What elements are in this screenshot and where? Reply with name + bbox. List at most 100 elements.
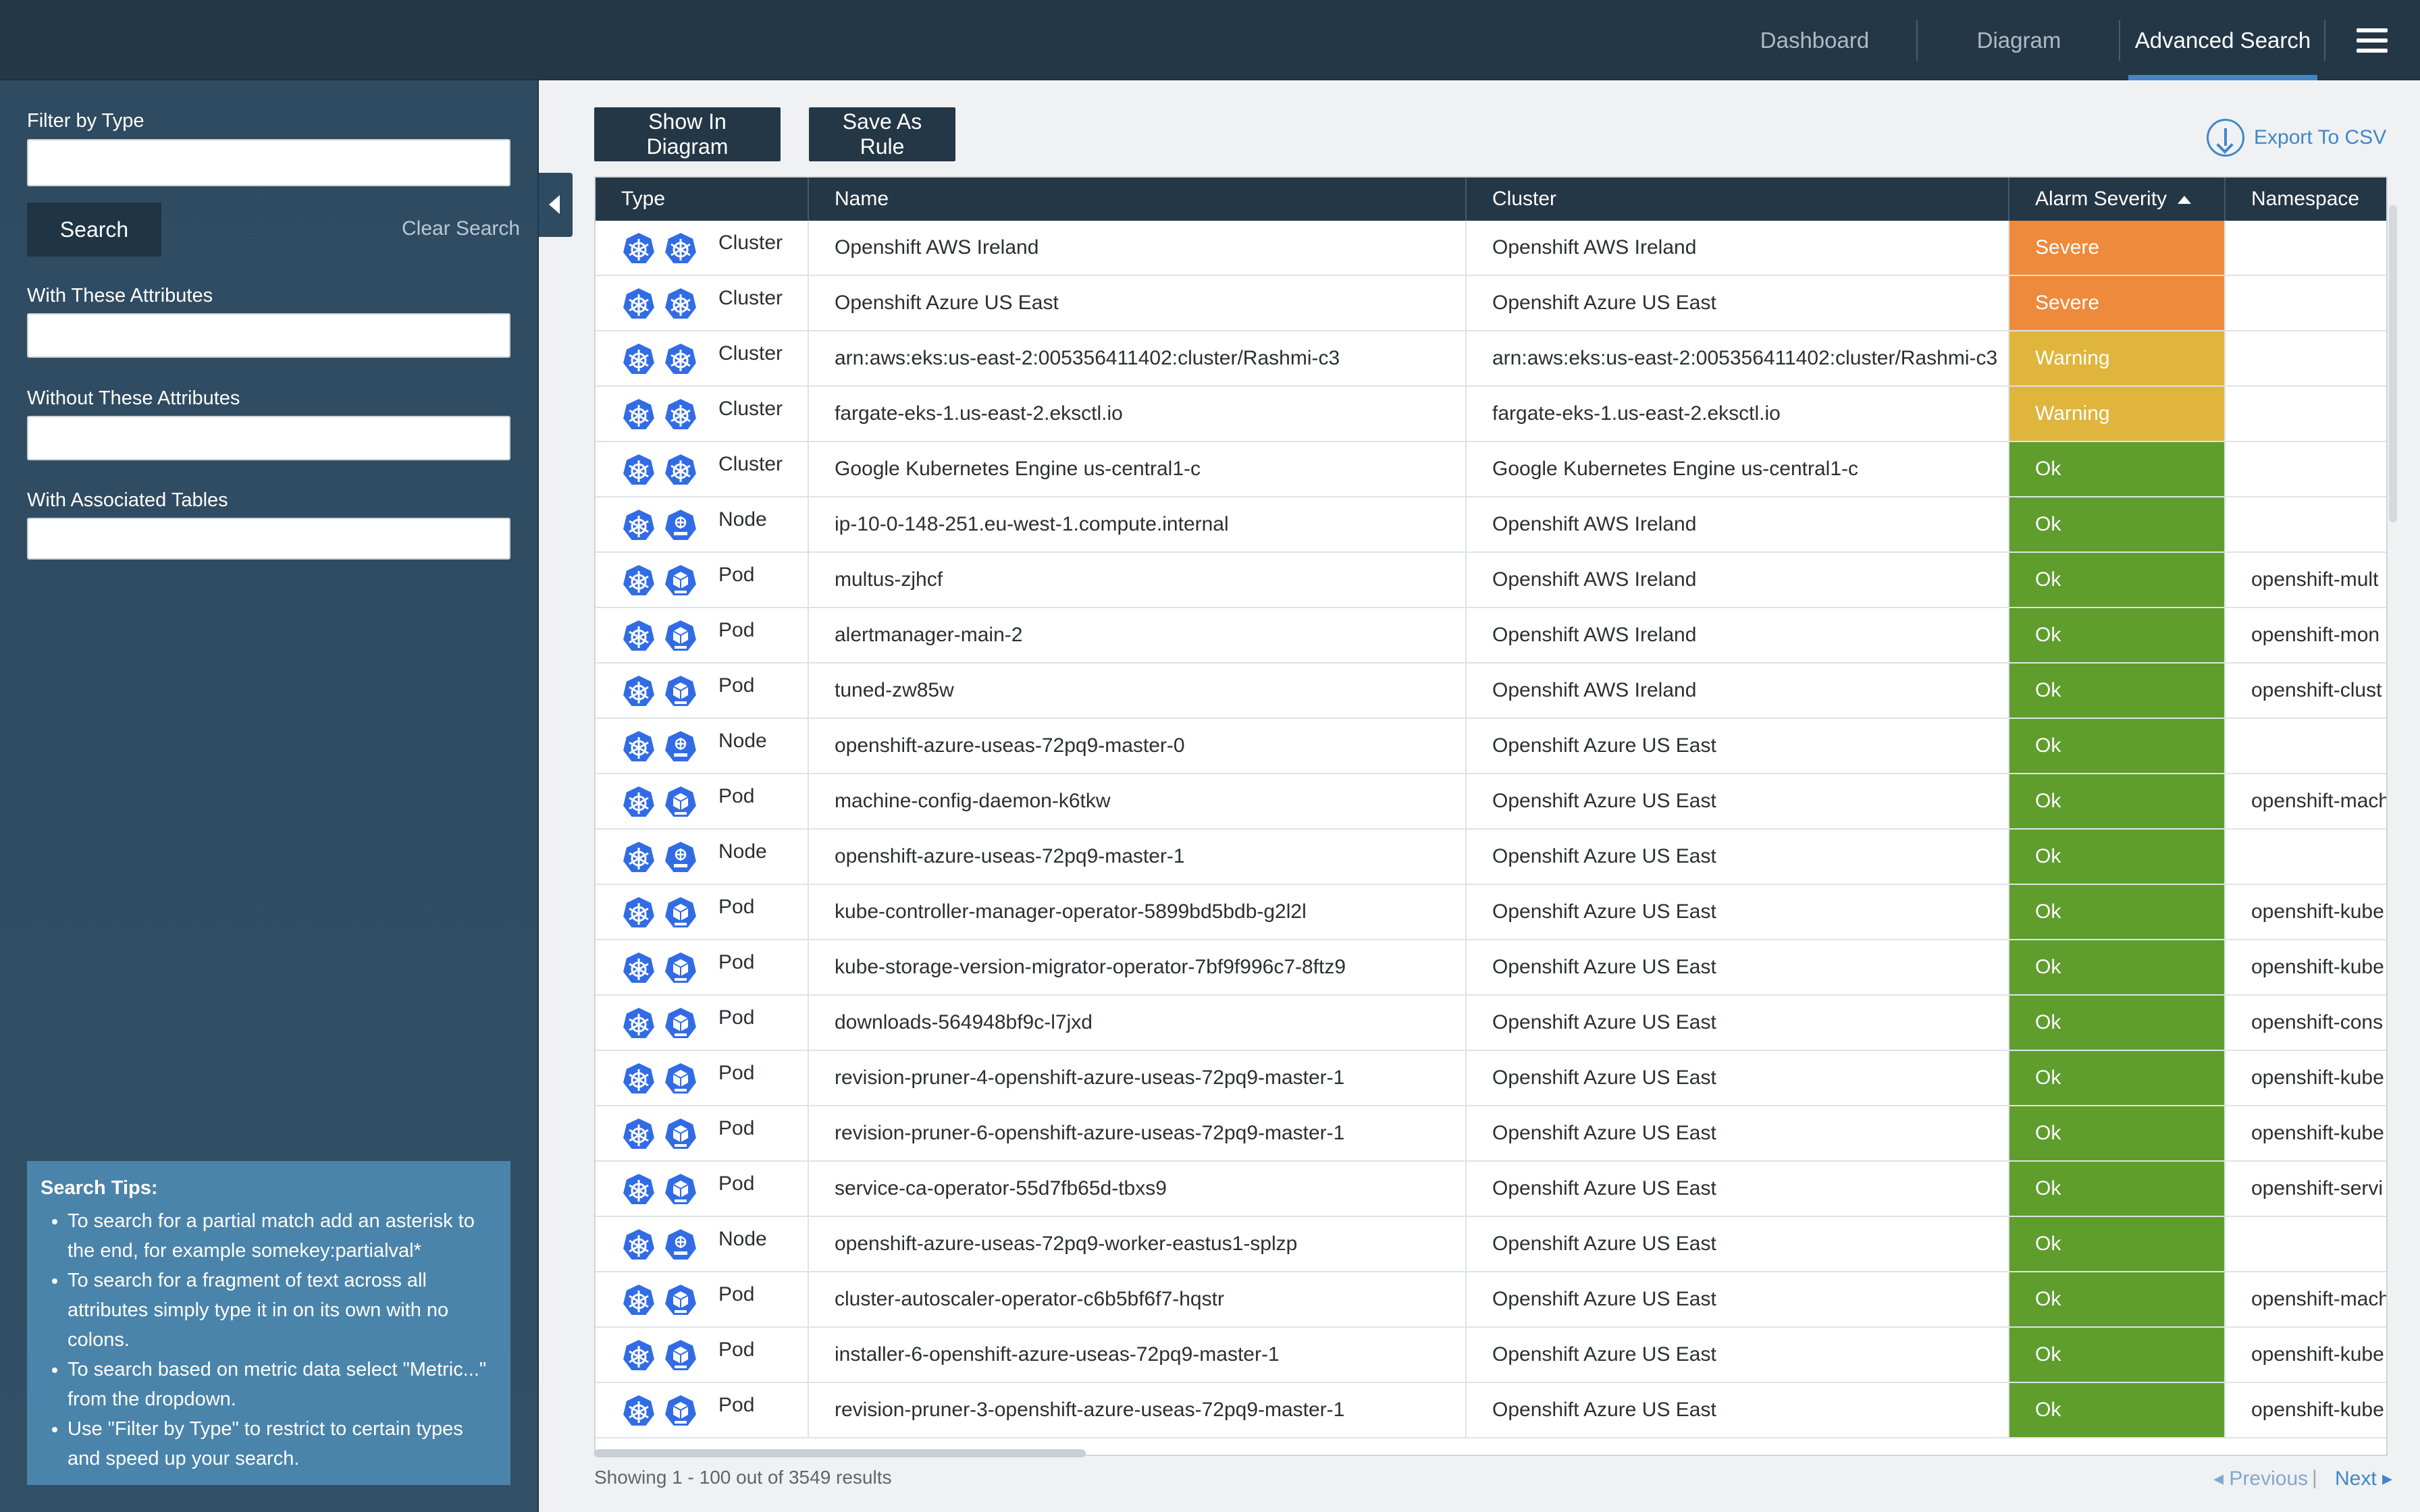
table-row[interactable]: Pod installer-6-openshift-azure-useas-72p… [596,1328,2386,1383]
show-in-diagram-button[interactable]: Show In Diagram [594,107,781,161]
type-icons [621,286,702,321]
table-row[interactable]: Pod revision-pruner-6-openshift-azure-use… [596,1106,2386,1162]
pod-icon [663,1338,698,1372]
hamburger-menu-icon[interactable] [2357,28,2388,53]
name-cell: revision-pruner-6-openshift-azure-useas-… [809,1106,1467,1160]
column-header-name[interactable]: Name [809,178,1467,221]
type-cell: Pod [596,553,809,607]
pod-icon [663,674,698,707]
node-icon [663,508,698,541]
tab-dashboard[interactable]: Dashboard [1742,0,1887,80]
kubernetes-icon [621,1006,656,1040]
column-header-alarm-severity[interactable]: Alarm Severity [2009,178,2226,221]
table-row[interactable]: Cluster fargate-eks-1.us-east-2.eksctl.io… [596,387,2386,442]
table-row[interactable]: Pod multus-zjhcf Openshift AWS Ireland Ok op… [596,553,2386,608]
search-tips-title: Search Tips: [41,1177,158,1199]
type-cell: Cluster [596,221,809,275]
sort-ascending-icon [2178,196,2192,205]
search-button[interactable]: Search [27,202,161,256]
pod-icon [663,618,698,652]
filter-type-input[interactable] [27,139,510,186]
alarm-severity-cell: Warning [2009,331,2226,385]
cluster-cell: Openshift Azure US East [1467,1051,2009,1105]
search-tips-panel: Search Tips: To search for a partial mat… [27,1161,510,1485]
results-table: Type Name Cluster Alarm Severity Namespa… [594,176,2388,1456]
tab-advanced-search[interactable]: Advanced Search [2128,0,2317,80]
type-cell: Pod [596,664,809,718]
kubernetes-icon [621,784,656,818]
cluster-cell: Openshift Azure US East [1467,719,2009,773]
table-row[interactable]: Pod revision-pruner-3-openshift-azure-use… [596,1383,2386,1438]
table-row[interactable]: Pod tuned-zw85w Openshift AWS Ireland Ok ope… [596,664,2386,719]
associated-tables-input[interactable] [27,518,510,560]
alarm-severity-cell: Severe [2009,221,2226,275]
cluster-cell: Openshift Azure US East [1467,1217,2009,1271]
tab-diagram[interactable]: Diagram [1958,0,2080,80]
kubernetes-icon [621,397,656,431]
pod-icon [663,1006,698,1040]
type-cell: Pod [596,996,809,1050]
pod-icon [663,1393,698,1427]
table-row[interactable]: Node openshift-azure-useas-72pq9-master-1… [596,830,2386,885]
type-label: Node [718,840,767,863]
pod-icon [663,1116,698,1150]
type-label: Cluster [718,398,783,420]
table-row[interactable]: Pod service-ca-operator-55d7fb65d-tbxs9 Op… [596,1162,2386,1217]
kubernetes-icon [621,895,656,929]
export-csv-button[interactable]: Export To CSV [2207,117,2386,158]
kubernetes-icon [621,452,656,486]
table-row[interactable]: Node ip-10-0-148-251.eu-west-1.compute.in… [596,497,2386,553]
alarm-severity-cell: Ok [2009,1383,2226,1437]
next-page-button[interactable]: Next ▸ [2335,1467,2392,1490]
table-row[interactable]: Cluster arn:aws:eks:us-east-2:00535641140… [596,331,2386,387]
table-row[interactable]: Pod kube-storage-version-migrator-operato… [596,940,2386,996]
kubernetes-icon [621,840,656,873]
pod-icon [663,1172,698,1206]
table-row[interactable]: Cluster Openshift AWS Ireland Openshift AW… [596,221,2386,276]
kubernetes-icon [621,342,656,375]
type-cell: Pod [596,1051,809,1105]
table-row[interactable]: Node openshift-azure-useas-72pq9-worker-e… [596,1217,2386,1272]
namespace-cell: openshift-kube [2251,1122,2384,1144]
table-row[interactable]: Pod downloads-564948bf9c-l7jxd Openshift A… [596,996,2386,1051]
previous-page-button[interactable]: ◂ Previous [2213,1467,2308,1490]
name-cell: arn:aws:eks:us-east-2:005356411402:clust… [809,331,1467,385]
vertical-scrollbar[interactable] [2389,205,2397,522]
table-row[interactable]: Pod revision-pruner-4-openshift-azure-use… [596,1051,2386,1106]
save-as-rule-button[interactable]: Save As Rule [809,107,955,161]
without-attributes-label: Without These Attributes [27,387,240,409]
cluster-cell: Openshift Azure US East [1467,1162,2009,1216]
namespace-cell: openshift-mach [2251,1288,2388,1310]
table-row[interactable]: Cluster Google Kubernetes Engine us-centr… [596,442,2386,497]
next-page-label: Next [2335,1467,2377,1490]
column-header-cluster[interactable]: Cluster [1467,178,2009,221]
column-header-namespace[interactable]: Namespace [2226,178,2386,221]
namespace-cell: openshift-kube [2251,956,2384,978]
kubernetes-icon [621,231,656,265]
namespace-cell: openshift-mach [2251,790,2388,812]
type-icons [621,231,702,266]
type-label: Pod [718,619,755,641]
type-label: Cluster [718,453,783,475]
kubernetes-icon [621,950,656,984]
type-icons [621,674,702,709]
table-row[interactable]: Pod cluster-autoscaler-operator-c6b5bf6f7… [596,1272,2386,1328]
kubernetes-icon [621,563,656,597]
search-tips-list: To search for a partial match add an ast… [41,1206,497,1474]
column-header-type[interactable]: Type [596,178,809,221]
collapse-sidebar-button[interactable] [539,173,573,237]
alarm-severity-cell: Ok [2009,830,2226,884]
alarm-severity-cell: Ok [2009,1217,2226,1271]
table-row[interactable]: Pod machine-config-daemon-k6tkw Openshift … [596,774,2386,830]
table-row[interactable]: Pod kube-controller-manager-operator-5899… [596,885,2386,940]
clear-search-link[interactable]: Clear Search [402,217,520,240]
horizontal-scrollbar[interactable] [594,1449,1086,1457]
namespace-cell: openshift-kube [2251,900,2384,923]
type-icons [621,1172,702,1207]
with-attributes-input[interactable] [27,313,510,358]
table-row[interactable]: Cluster Openshift Azure US East Openshift … [596,276,2386,331]
table-row[interactable]: Node openshift-azure-useas-72pq9-master-0… [596,719,2386,774]
kubernetes-icon [663,397,698,431]
without-attributes-input[interactable] [27,416,510,460]
table-row[interactable]: Pod alertmanager-main-2 Openshift AWS Irel… [596,608,2386,664]
